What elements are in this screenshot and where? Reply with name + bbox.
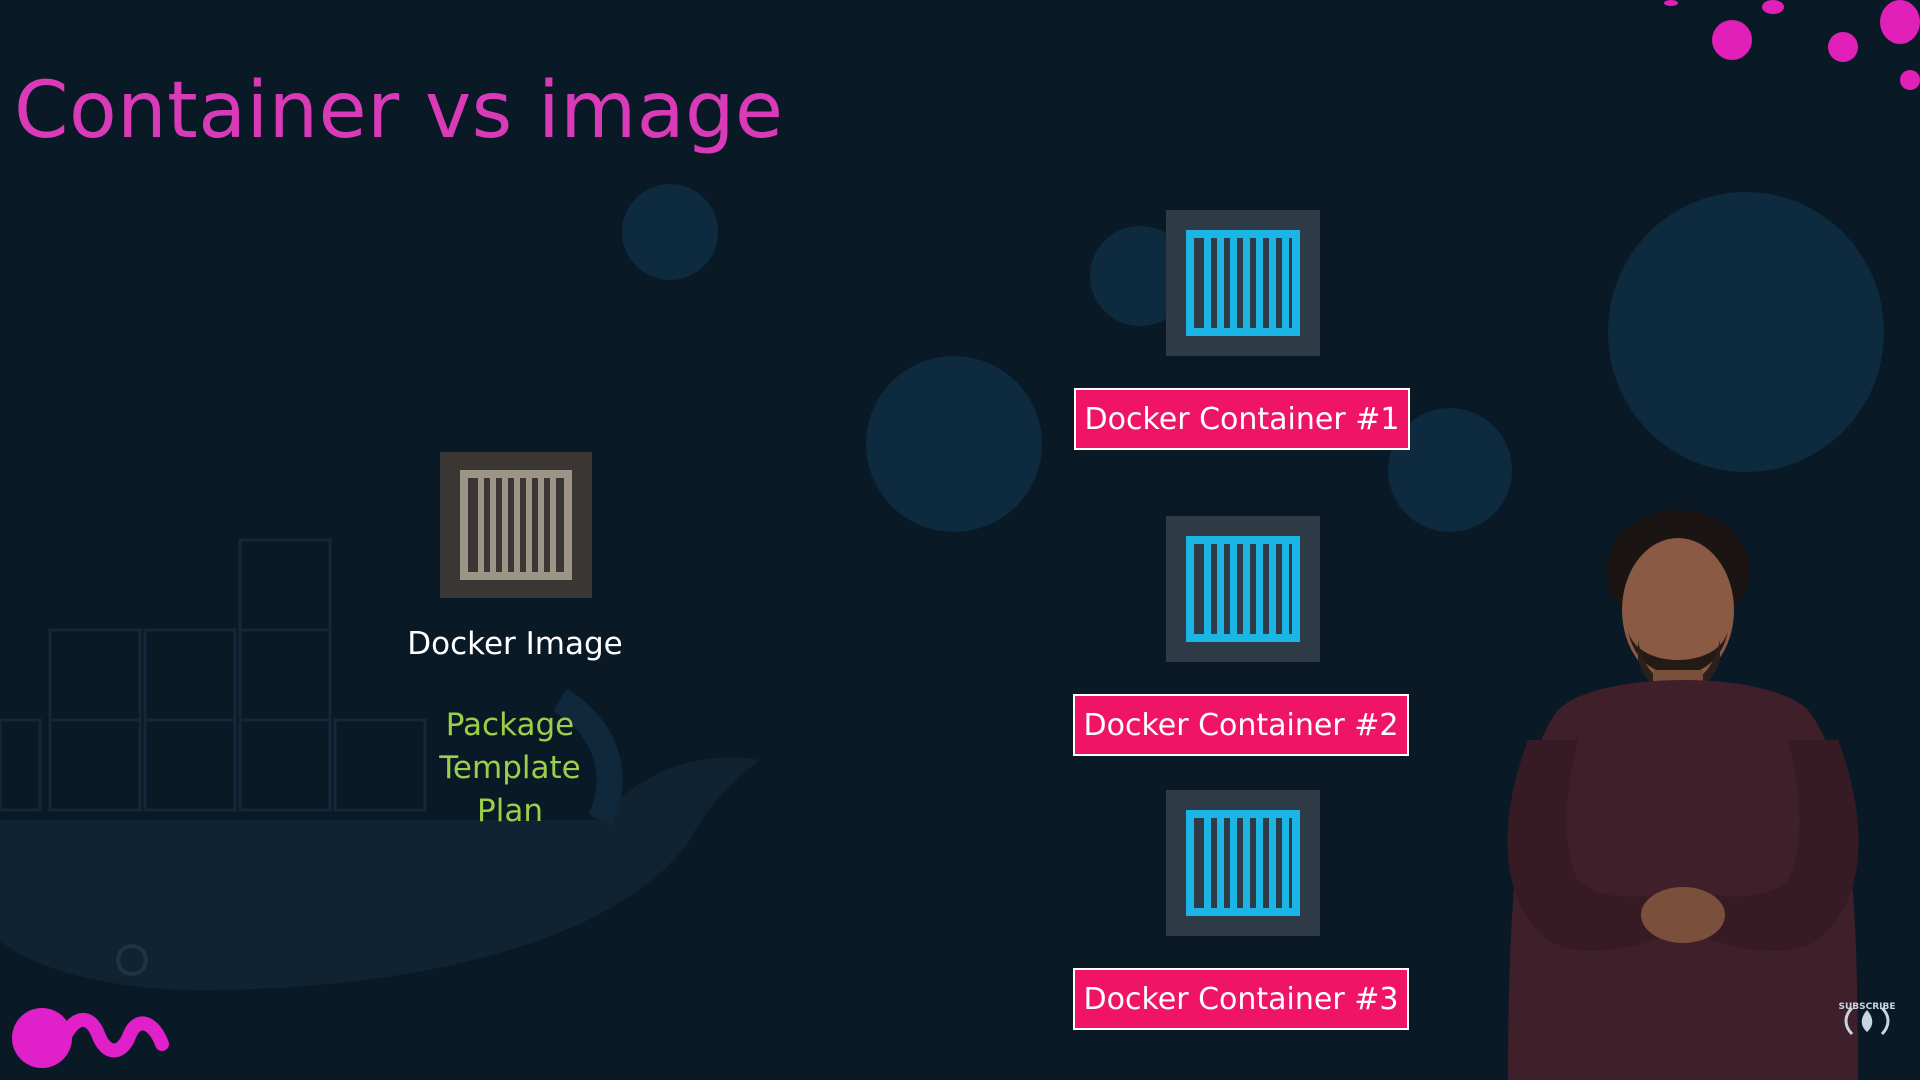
bg-bubble	[622, 184, 718, 280]
decor-dot	[1712, 20, 1752, 60]
subscribe-label[interactable]: SUBSCRIBE	[1838, 1002, 1896, 1012]
descriptor-plan: Plan	[477, 793, 543, 829]
docker-image-descriptors: Package Template Plan	[380, 704, 640, 833]
presenter-figure	[1507, 510, 1859, 1080]
shipping-container-icon	[440, 452, 592, 598]
decor-dot	[1900, 70, 1920, 90]
slide-title: Container vs image	[14, 66, 784, 156]
brand-wave-logo	[12, 1008, 169, 1068]
docker-container-3-label: Docker Container #3	[1073, 968, 1409, 1030]
docker-image-label: Docker Image	[407, 626, 623, 662]
bg-bubble	[866, 356, 1042, 532]
docker-container-1-label: Docker Container #1	[1074, 388, 1410, 450]
decor-dot	[1828, 32, 1858, 62]
docker-container-2-label: Docker Container #2	[1073, 694, 1409, 756]
shipping-container-icon	[1166, 516, 1320, 662]
descriptor-package: Package	[445, 707, 575, 743]
shipping-container-icon	[1166, 790, 1320, 936]
decor-dot	[1664, 0, 1678, 6]
shipping-container-icon	[1166, 210, 1320, 356]
decor-dot	[1880, 0, 1920, 44]
decor-dot	[1762, 0, 1784, 14]
bg-bubble	[1608, 192, 1884, 472]
descriptor-template: Template	[439, 750, 581, 786]
